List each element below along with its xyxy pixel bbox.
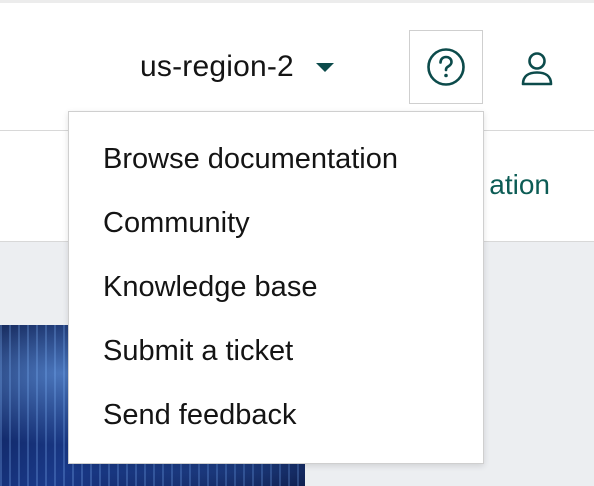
menu-item-community[interactable]: Community <box>69 191 483 255</box>
help-button[interactable] <box>409 30 483 104</box>
caret-down-icon <box>315 62 334 72</box>
menu-item-knowledge-base[interactable]: Knowledge base <box>69 255 483 319</box>
region-label: us-region-2 <box>140 50 294 83</box>
menu-item-send-feedback[interactable]: Send feedback <box>69 383 483 447</box>
menu-item-submit-ticket[interactable]: Submit a ticket <box>69 319 483 383</box>
menu-item-browse-documentation[interactable]: Browse documentation <box>69 127 483 191</box>
region-selector[interactable]: us-region-2 <box>140 43 334 91</box>
help-circle-icon <box>427 48 465 86</box>
help-dropdown-menu: Browse documentation Community Knowledge… <box>68 111 484 464</box>
page: us-region-2 ation Browse documentation C… <box>0 0 594 486</box>
user-icon <box>521 52 553 86</box>
user-button[interactable] <box>512 47 562 91</box>
